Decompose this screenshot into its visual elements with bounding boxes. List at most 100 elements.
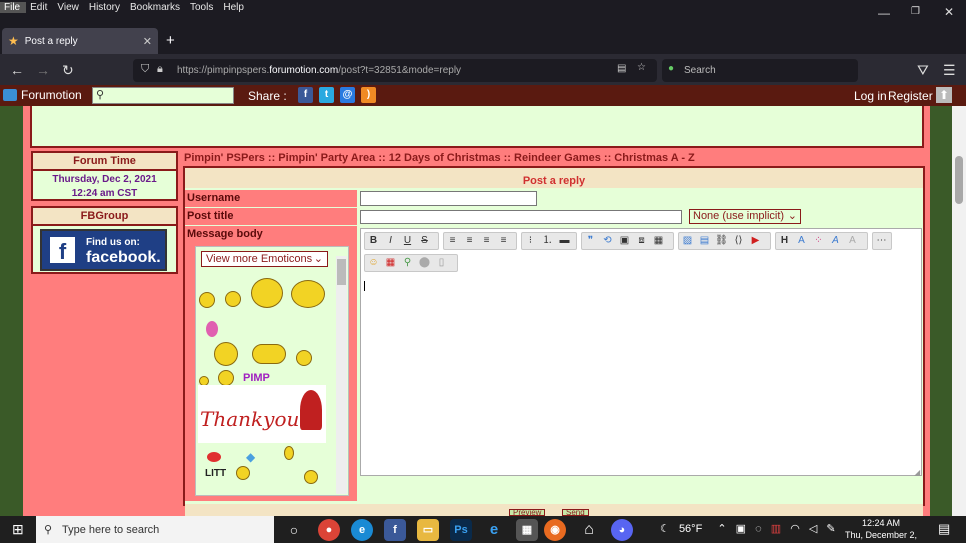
- emoticon-scrollbar-thumb[interactable]: [337, 259, 346, 285]
- send-button[interactable]: Send: [562, 509, 589, 517]
- rss-icon[interactable]: ): [361, 87, 376, 103]
- preview-button[interactable]: Preview: [509, 509, 546, 517]
- bbcode-icon[interactable]: ⬤: [416, 255, 433, 271]
- align-left-icon[interactable]: ≡: [444, 233, 461, 249]
- grin-smiley-icon[interactable]: [296, 350, 312, 366]
- cool-smiley-icon[interactable]: [304, 470, 318, 484]
- bullet-list-icon[interactable]: ⁝: [522, 233, 539, 249]
- facebook-share-icon[interactable]: f: [298, 87, 313, 103]
- minimize-icon[interactable]: —: [878, 6, 890, 20]
- forumotion-search-input[interactable]: ⚲: [92, 87, 234, 104]
- task-view-icon[interactable]: ○: [283, 519, 305, 541]
- scroll-up-icon[interactable]: ⬆: [936, 87, 952, 103]
- internet-explorer-icon[interactable]: e: [483, 519, 505, 541]
- taskbar-clock[interactable]: 12:24 AM Thu, December 2, 2021: [836, 517, 926, 543]
- store-icon[interactable]: ▦: [516, 519, 538, 541]
- app-tray-icon[interactable]: ▥: [771, 523, 781, 535]
- reload-icon[interactable]: ↻: [62, 62, 74, 79]
- photoshop-icon[interactable]: Ps: [450, 519, 472, 541]
- menu-file[interactable]: File: [0, 1, 27, 13]
- wink-smiley-icon[interactable]: [225, 291, 241, 307]
- tray-chevron-icon[interactable]: ⌃: [717, 523, 726, 535]
- date-icon[interactable]: ▦: [382, 255, 399, 271]
- heading-icon[interactable]: H: [776, 233, 793, 249]
- window-close-icon[interactable]: ✕: [944, 5, 954, 19]
- pocket-icon[interactable]: ⛛: [917, 62, 929, 79]
- remove-format-icon[interactable]: A: [844, 233, 861, 249]
- menu-tools[interactable]: Tools: [186, 2, 219, 13]
- color-icon[interactable]: ⁘: [810, 233, 827, 249]
- menu-view[interactable]: View: [53, 2, 85, 13]
- justify-icon[interactable]: ≡: [495, 233, 512, 249]
- font-face-icon[interactable]: A: [827, 233, 844, 249]
- breadcrumb[interactable]: Pimpin' PSPers :: Pimpin' Party Area :: …: [184, 152, 695, 164]
- waving-smiley-icon[interactable]: [291, 280, 325, 308]
- volume-icon[interactable]: ◁: [809, 523, 817, 535]
- tab-post-a-reply[interactable]: ★ Post a reply ✕: [2, 28, 158, 54]
- windows-start-icon[interactable]: ⊞: [12, 522, 26, 536]
- facebook-app-icon[interactable]: f: [384, 519, 406, 541]
- network-icon[interactable]: ◌: [755, 523, 762, 535]
- bookmark-star-icon[interactable]: ☆: [637, 62, 646, 73]
- post-title-input[interactable]: [360, 210, 682, 224]
- pimp-emoticon[interactable]: PIMP: [243, 372, 270, 384]
- spoiler-icon[interactable]: ▣: [616, 233, 633, 249]
- hide-icon[interactable]: ⧈: [633, 233, 650, 249]
- underline-icon[interactable]: U: [399, 233, 416, 249]
- more-options-icon[interactable]: ⋯: [873, 233, 890, 249]
- search-replace-icon[interactable]: ⚲: [399, 255, 416, 271]
- file-explorer-icon[interactable]: ▭: [417, 519, 439, 541]
- smiley-icon[interactable]: ☺: [365, 255, 382, 271]
- litt-emoticon[interactable]: LITT: [205, 468, 226, 479]
- shield-icon[interactable]: ⛉: [141, 63, 149, 76]
- weather-icon[interactable]: ☾: [660, 523, 670, 535]
- back-icon[interactable]: ←: [10, 62, 24, 78]
- menu-bookmarks[interactable]: Bookmarks: [126, 2, 186, 13]
- restore-icon[interactable]: ❐: [911, 6, 920, 17]
- menu-history[interactable]: History: [85, 2, 126, 13]
- quote-icon[interactable]: ❞: [582, 233, 599, 249]
- forward-icon[interactable]: →: [36, 62, 50, 78]
- align-center-icon[interactable]: ≡: [461, 233, 478, 249]
- align-right-icon[interactable]: ≡: [478, 233, 495, 249]
- chrome-icon[interactable]: ●: [318, 519, 340, 541]
- hamburger-menu-icon[interactable]: ☰: [943, 62, 956, 79]
- username-input[interactable]: [360, 191, 537, 206]
- notification-icon[interactable]: ▤: [938, 521, 950, 537]
- forumotion-logo[interactable]: Forumotion: [3, 88, 82, 102]
- link-icon[interactable]: ⛓: [713, 233, 730, 249]
- image-icon[interactable]: ▨: [679, 233, 696, 249]
- menu-edit[interactable]: Edit: [26, 2, 53, 13]
- party-smiley-icon[interactable]: [214, 342, 238, 366]
- home-icon[interactable]: ⌂: [578, 519, 600, 541]
- reader-view-icon[interactable]: ▤: [617, 63, 626, 74]
- sad-smiley-icon[interactable]: [199, 292, 215, 308]
- italic-icon[interactable]: I: [382, 233, 399, 249]
- register-link[interactable]: Register: [888, 89, 933, 103]
- meet-icon[interactable]: ▣: [736, 523, 746, 535]
- laugh-smiley-icon[interactable]: [218, 370, 234, 386]
- source-icon[interactable]: ▯: [433, 255, 450, 271]
- bold-icon[interactable]: B: [365, 233, 382, 249]
- page-scrollbar-thumb[interactable]: [955, 156, 963, 204]
- emoticon-scrollbar[interactable]: [336, 256, 347, 494]
- host-image-icon[interactable]: ▤: [696, 233, 713, 249]
- facebook-badge[interactable]: f Find us on: facebook.: [40, 229, 167, 271]
- firefox-icon[interactable]: ◉: [544, 519, 566, 541]
- font-size-icon[interactable]: A: [793, 233, 810, 249]
- strikethrough-icon[interactable]: S: [416, 233, 433, 249]
- post-icon-select[interactable]: None (use implicit) ⌄: [689, 209, 801, 224]
- numbered-list-icon[interactable]: ⒈: [539, 233, 556, 249]
- taskbar-search-input[interactable]: ⚲ Type here to search: [36, 516, 274, 543]
- table-icon[interactable]: ▦: [650, 233, 667, 249]
- new-tab-button[interactable]: +: [166, 32, 175, 49]
- diamond-emoticon-icon[interactable]: ◆: [246, 450, 255, 464]
- wifi-icon[interactable]: ◠: [790, 523, 800, 535]
- menu-help[interactable]: Help: [219, 2, 250, 13]
- email-share-icon[interactable]: @: [340, 87, 355, 103]
- weather-temp[interactable]: 56°F: [679, 523, 702, 535]
- lock-icon[interactable]: 🔒︎: [157, 63, 163, 76]
- search-bar[interactable]: ● Search: [662, 59, 858, 82]
- pen-icon[interactable]: ✎: [826, 523, 835, 535]
- login-link[interactable]: Log in: [854, 89, 887, 103]
